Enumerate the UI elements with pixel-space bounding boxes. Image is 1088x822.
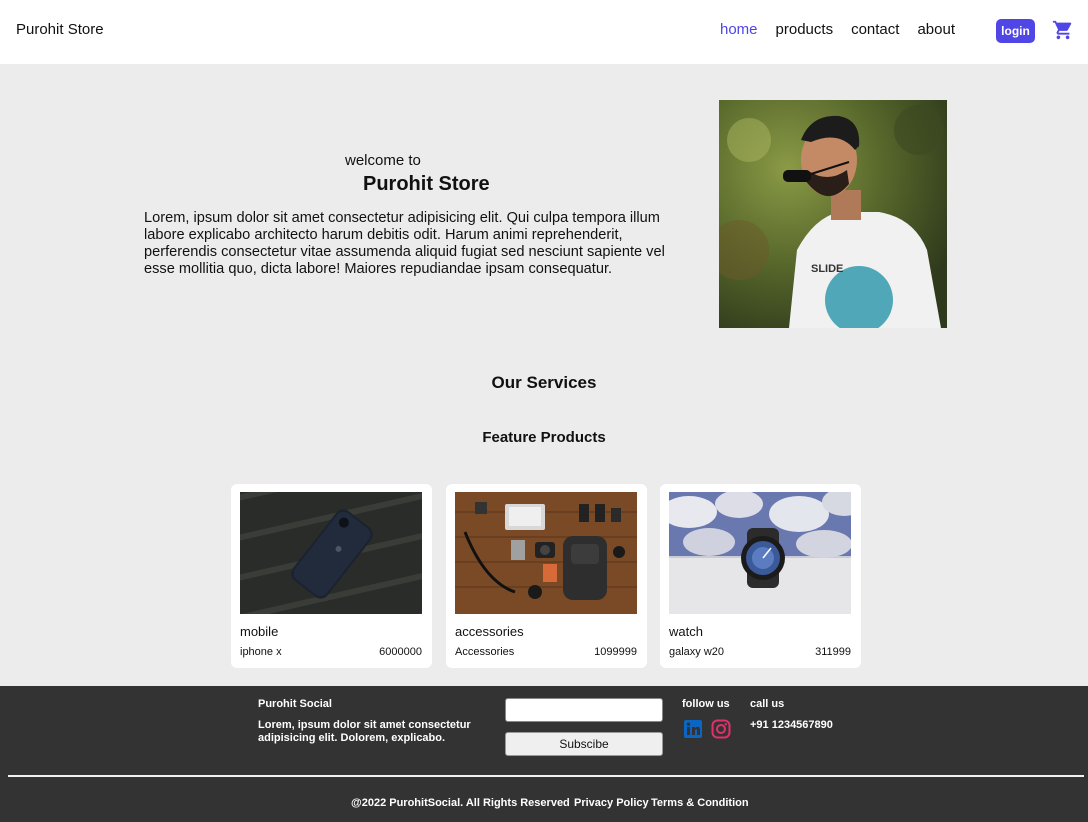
product-category: watch — [669, 624, 703, 639]
hero-image: SLIDE — [719, 100, 947, 328]
footer-divider — [8, 775, 1084, 777]
subscribe-button[interactable]: Subscibe — [505, 732, 663, 756]
brand-logo[interactable]: Purohit Store — [16, 21, 104, 38]
product-price: 1099999 — [594, 646, 637, 658]
product-category: mobile — [240, 624, 279, 639]
product-name: iphone x — [240, 646, 282, 658]
shopping-cart-icon[interactable] — [1052, 19, 1074, 41]
product-image-accessories — [455, 492, 637, 614]
instagram-icon[interactable] — [711, 719, 731, 739]
hero-welcome-text: welcome to — [345, 152, 421, 169]
navbar: Purohit Store home products contact abou… — [0, 0, 1088, 64]
product-card-accessories[interactable]: accessories Accessories 1099999 — [446, 484, 647, 668]
hero-title: Purohit Store — [363, 173, 490, 195]
copyright-text: @2022 PurohitSocial. All Rights Reserved — [351, 797, 570, 809]
nav-link-contact[interactable]: contact — [851, 21, 899, 38]
nav-links: home products contact about — [720, 21, 955, 38]
feature-products-heading: Feature Products — [482, 429, 606, 446]
linkedin-icon[interactable] — [684, 720, 702, 738]
nav-link-about[interactable]: about — [917, 21, 955, 38]
footer-description: Lorem, ipsum dolor sit amet consectetur … — [258, 719, 471, 744]
product-card-mobile[interactable]: mobile iphone x 6000000 — [231, 484, 432, 668]
product-category: accessories — [455, 624, 524, 639]
product-price: 311999 — [815, 646, 851, 658]
subscribe-email-input[interactable] — [505, 698, 663, 722]
footer: Purohit Social Lorem, ipsum dolor sit am… — [0, 686, 1088, 822]
call-us-label: call us — [750, 698, 785, 710]
services-heading: Our Services — [491, 373, 597, 392]
privacy-policy-link[interactable]: Privacy Policy — [574, 797, 649, 809]
nav-link-home[interactable]: home — [720, 21, 758, 38]
product-image-iphone — [240, 492, 422, 614]
hero-description: Lorem, ipsum dolor sit amet consectetur … — [144, 210, 665, 277]
product-name: Accessories — [455, 646, 515, 658]
nav-link-products[interactable]: products — [776, 21, 834, 38]
follow-us-label: follow us — [682, 698, 730, 710]
footer-title: Purohit Social — [258, 698, 332, 710]
product-image-watch — [669, 492, 851, 614]
product-price: 6000000 — [379, 646, 422, 658]
phone-number: +91 1234567890 — [750, 719, 833, 731]
login-button[interactable]: login — [996, 19, 1035, 43]
product-card-watch[interactable]: watch galaxy w20 311999 — [660, 484, 861, 668]
svg-text:SLIDE: SLIDE — [811, 263, 843, 275]
product-name: galaxy w20 — [669, 646, 725, 658]
terms-link[interactable]: Terms & Condition — [651, 797, 749, 809]
